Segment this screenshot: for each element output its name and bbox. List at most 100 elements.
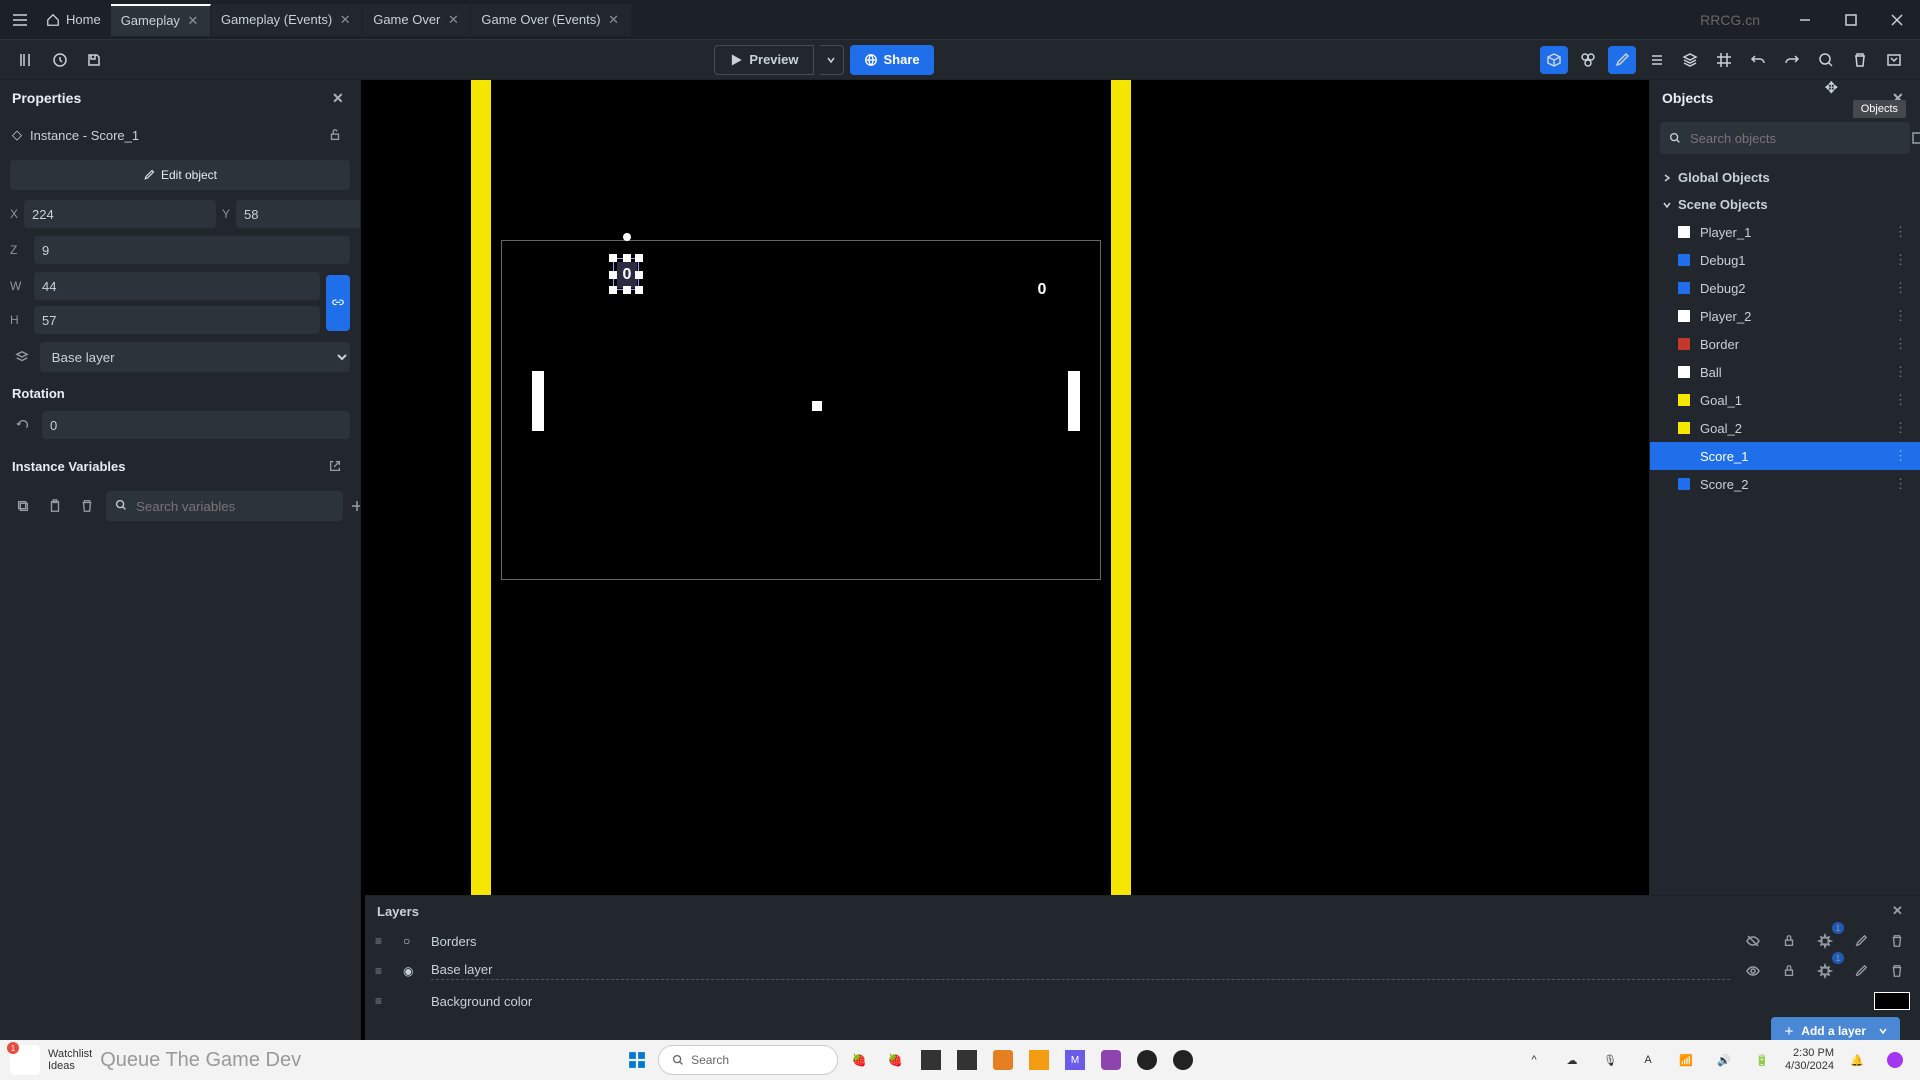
- taskbar-app-icon[interactable]: [988, 1045, 1018, 1075]
- object-item-debug2[interactable]: Debug2⋮: [1650, 274, 1920, 302]
- item-menu-icon[interactable]: ⋮: [1894, 224, 1908, 240]
- search-variables-input[interactable]: [106, 491, 343, 521]
- tree-group-global[interactable]: Global Objects: [1650, 164, 1920, 191]
- share-button[interactable]: Share: [850, 45, 934, 75]
- panel-toggle-button[interactable]: [12, 46, 40, 74]
- item-menu-icon[interactable]: ⋮: [1894, 420, 1908, 436]
- item-menu-icon[interactable]: ⋮: [1894, 280, 1908, 296]
- list-tool-button[interactable]: [1642, 46, 1670, 74]
- layer-row-base[interactable]: ≡ ◉ Base layer: [365, 956, 1920, 986]
- close-icon[interactable]: ✕: [1892, 903, 1908, 919]
- history-button[interactable]: [46, 46, 74, 74]
- maximize-button[interactable]: [1828, 0, 1874, 40]
- visibility-icon[interactable]: ○: [403, 934, 421, 948]
- bg-color-swatch[interactable]: [1874, 992, 1910, 1010]
- add-object-from-search-button[interactable]: [1906, 126, 1920, 152]
- groups-tool-button[interactable]: [1574, 46, 1602, 74]
- udemy-icon[interactable]: [1880, 1045, 1910, 1075]
- search-objects-input[interactable]: [1660, 122, 1910, 154]
- language-icon[interactable]: A: [1633, 1045, 1663, 1075]
- tab-game-over-events[interactable]: Game Over (Events) ✕: [471, 4, 631, 36]
- copy-icon[interactable]: [10, 493, 36, 519]
- widgets-button[interactable]: 1: [10, 1045, 40, 1075]
- item-menu-icon[interactable]: ⋮: [1894, 476, 1908, 492]
- taskbar-app-icon[interactable]: [1132, 1045, 1162, 1075]
- player-1-object[interactable]: [532, 371, 544, 431]
- link-dimensions-button[interactable]: [326, 275, 350, 331]
- cube-tool-button[interactable]: [1540, 46, 1568, 74]
- taskbar-search[interactable]: Search: [658, 1045, 838, 1075]
- edit-layer-icon[interactable]: [1848, 958, 1874, 984]
- close-icon[interactable]: ✕: [607, 13, 621, 27]
- taskbar-app-icon[interactable]: [1024, 1045, 1054, 1075]
- close-icon[interactable]: ✕: [338, 13, 352, 27]
- score-1-object[interactable]: 0: [617, 262, 637, 288]
- tab-gameplay[interactable]: Gameplay ✕: [111, 4, 211, 36]
- object-item-score_2[interactable]: Score_2⋮: [1650, 470, 1920, 498]
- tree-group-scene[interactable]: Scene Objects: [1650, 191, 1920, 218]
- visibility-toggle-icon[interactable]: [1740, 958, 1766, 984]
- lock-icon[interactable]: [1776, 928, 1802, 954]
- object-item-goal_2[interactable]: Goal_2⋮: [1650, 414, 1920, 442]
- minimize-button[interactable]: [1782, 0, 1828, 40]
- redo-button[interactable]: [1778, 46, 1806, 74]
- zoom-button[interactable]: [1812, 46, 1840, 74]
- close-icon[interactable]: ✕: [446, 13, 460, 27]
- object-item-border[interactable]: Border⋮: [1650, 330, 1920, 358]
- volume-icon[interactable]: 🔊: [1709, 1045, 1739, 1075]
- drag-handle-icon[interactable]: ≡: [375, 964, 393, 978]
- object-item-goal_1[interactable]: Goal_1⋮: [1650, 386, 1920, 414]
- edit-tool-button[interactable]: [1608, 46, 1636, 74]
- rotation-input[interactable]: [42, 411, 350, 439]
- object-item-debug1[interactable]: Debug1⋮: [1650, 246, 1920, 274]
- score-2-object[interactable]: 0: [1032, 277, 1052, 303]
- tab-gameplay-events[interactable]: Gameplay (Events) ✕: [211, 4, 363, 36]
- visibility-icon[interactable]: ◉: [403, 964, 421, 978]
- external-link-icon[interactable]: [322, 453, 348, 479]
- item-menu-icon[interactable]: ⋮: [1894, 364, 1908, 380]
- taskbar-app-icon[interactable]: [916, 1045, 946, 1075]
- delete-layer-icon[interactable]: [1884, 928, 1910, 954]
- close-window-button[interactable]: [1874, 0, 1920, 40]
- layer-row-borders[interactable]: ≡ ○ Borders: [365, 926, 1920, 956]
- item-menu-icon[interactable]: ⋮: [1894, 392, 1908, 408]
- layer-select[interactable]: Base layer: [40, 342, 350, 372]
- drag-handle-icon[interactable]: ≡: [375, 994, 393, 1008]
- object-item-score_1[interactable]: Score_1⋮: [1650, 442, 1920, 470]
- cloud-icon[interactable]: ☁: [1557, 1045, 1587, 1075]
- taskbar-app-icon[interactable]: [1096, 1045, 1126, 1075]
- battery-icon[interactable]: 🔋: [1747, 1045, 1777, 1075]
- item-menu-icon[interactable]: ⋮: [1894, 336, 1908, 352]
- effects-icon[interactable]: [1812, 958, 1838, 984]
- object-item-player_2[interactable]: Player_2⋮: [1650, 302, 1920, 330]
- mic-icon[interactable]: 🎙: [1595, 1045, 1625, 1075]
- delete-button[interactable]: [1846, 46, 1874, 74]
- taskbar-app-icon[interactable]: [952, 1045, 982, 1075]
- x-input[interactable]: [24, 200, 216, 228]
- lock-icon[interactable]: [1776, 958, 1802, 984]
- z-input[interactable]: [34, 236, 350, 264]
- tray-chevron-icon[interactable]: ^: [1519, 1045, 1549, 1075]
- preview-button[interactable]: Preview: [714, 45, 813, 75]
- grid-tool-button[interactable]: [1710, 46, 1738, 74]
- close-icon[interactable]: ✕: [186, 14, 200, 28]
- item-menu-icon[interactable]: ⋮: [1894, 448, 1908, 464]
- layers-tool-button[interactable]: [1676, 46, 1704, 74]
- item-menu-icon[interactable]: ⋮: [1894, 252, 1908, 268]
- save-button[interactable]: [80, 46, 108, 74]
- height-input[interactable]: [34, 306, 320, 334]
- ball-object[interactable]: [812, 401, 822, 411]
- width-input[interactable]: [34, 272, 320, 300]
- taskbar-app-icon[interactable]: 🍓: [844, 1045, 874, 1075]
- undo-button[interactable]: [1744, 46, 1772, 74]
- taskbar-app-icon[interactable]: 🍓: [880, 1045, 910, 1075]
- paste-icon[interactable]: [42, 493, 68, 519]
- object-item-ball[interactable]: Ball⋮: [1650, 358, 1920, 386]
- start-button[interactable]: [622, 1045, 652, 1075]
- visibility-toggle-icon[interactable]: [1740, 928, 1766, 954]
- drag-handle-icon[interactable]: ≡: [375, 934, 393, 948]
- taskbar-app-icon[interactable]: [1168, 1045, 1198, 1075]
- item-menu-icon[interactable]: ⋮: [1894, 308, 1908, 324]
- edit-object-button[interactable]: Edit object: [10, 160, 350, 190]
- trash-icon[interactable]: [74, 493, 100, 519]
